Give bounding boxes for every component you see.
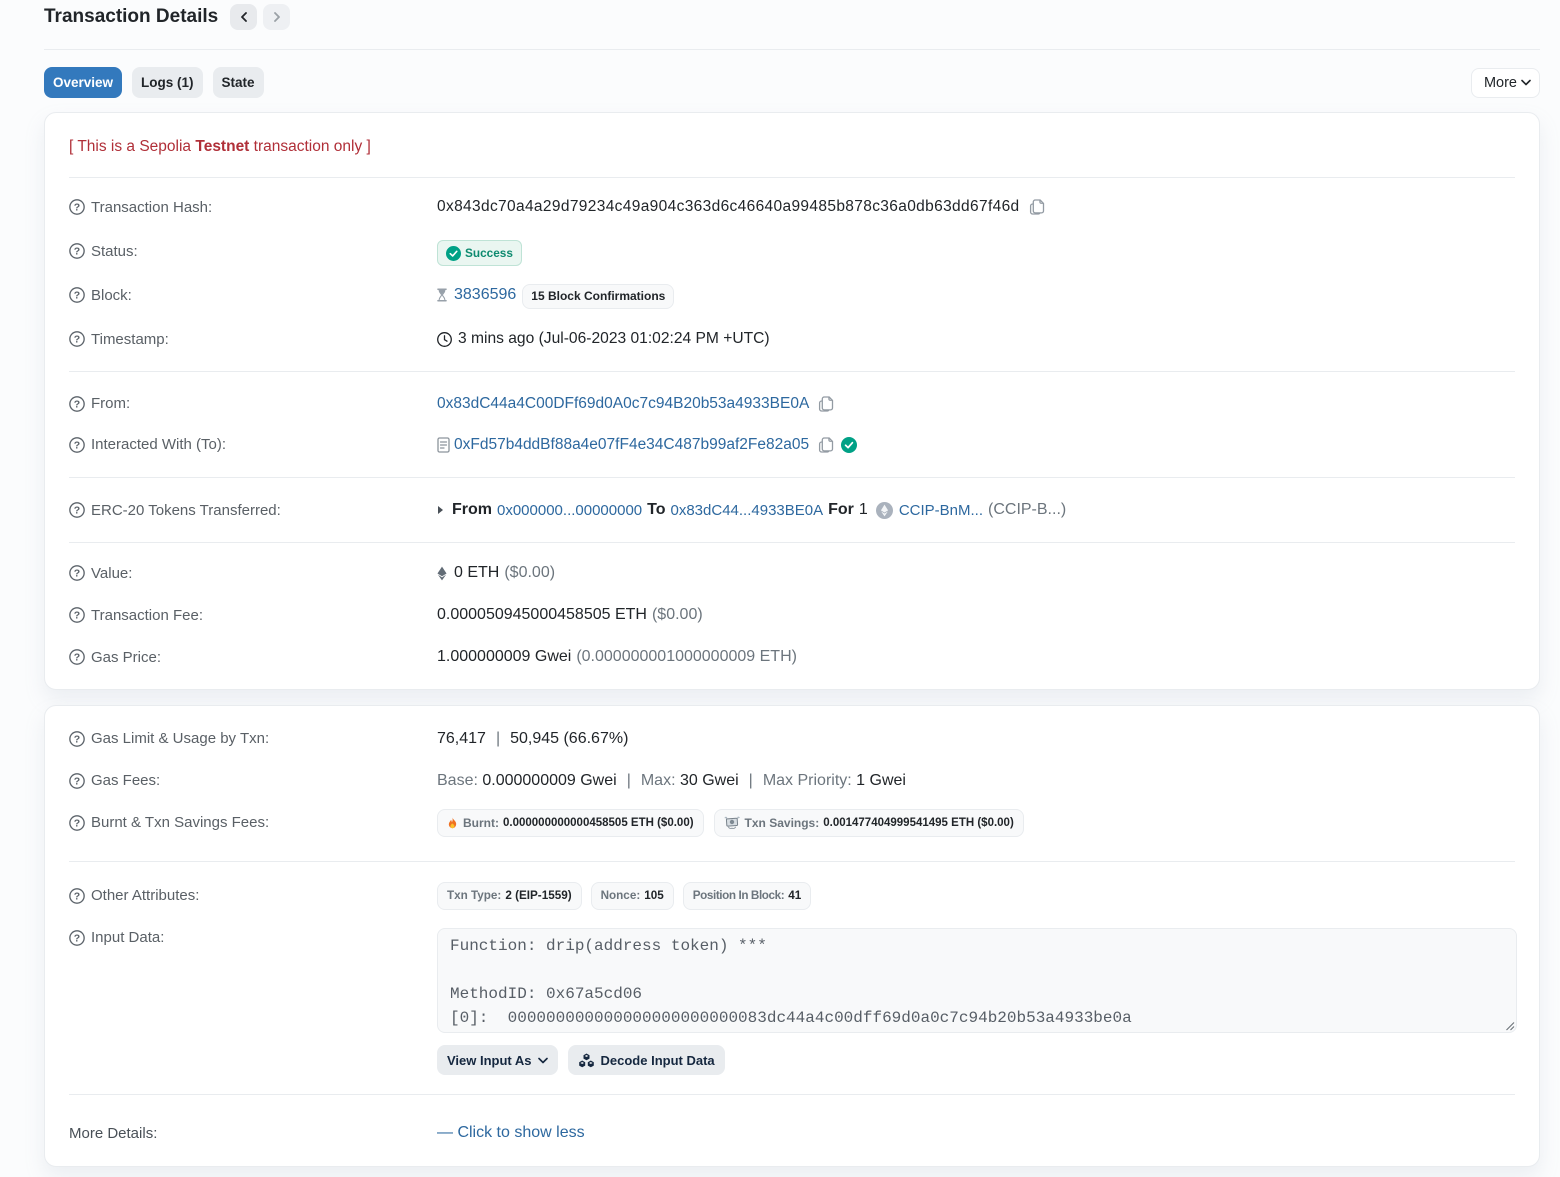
- svg-text:?: ?: [74, 202, 80, 214]
- svg-text:?: ?: [74, 439, 80, 451]
- svg-text:?: ?: [74, 652, 80, 664]
- svg-text:?: ?: [74, 932, 80, 944]
- svg-text:?: ?: [74, 246, 80, 258]
- svg-text:?: ?: [74, 733, 80, 745]
- svg-text:?: ?: [74, 398, 80, 410]
- svg-text:?: ?: [74, 890, 80, 902]
- svg-text:?: ?: [74, 610, 80, 622]
- svg-text:?: ?: [74, 775, 80, 787]
- svg-text:?: ?: [74, 505, 80, 517]
- svg-text:?: ?: [74, 334, 80, 346]
- svg-text:?: ?: [74, 290, 80, 302]
- svg-text:?: ?: [74, 817, 80, 829]
- svg-text:?: ?: [74, 568, 80, 580]
